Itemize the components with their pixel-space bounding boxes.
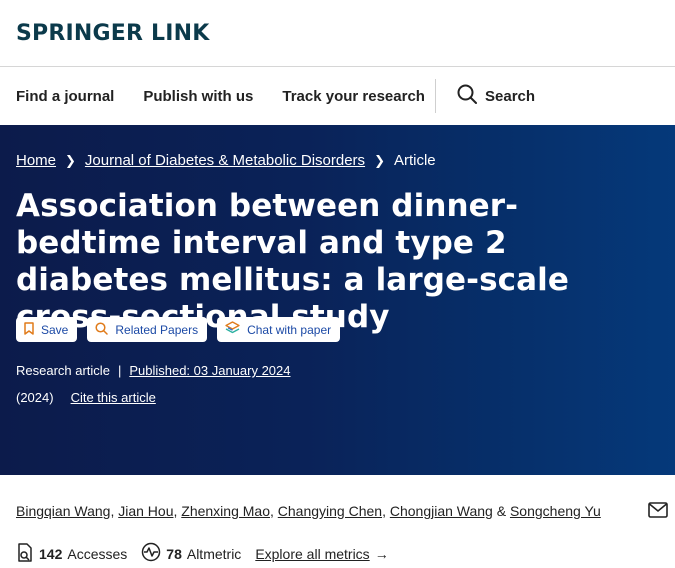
- search-icon: [457, 84, 477, 109]
- chevron-right-icon: ❯: [374, 152, 385, 168]
- article-type: Research article: [16, 363, 110, 378]
- search-label: Search: [485, 87, 536, 105]
- save-button[interactable]: Save: [16, 317, 78, 342]
- nav-find-journal[interactable]: Find a journal: [16, 88, 114, 105]
- chat-with-paper-label: Chat with paper: [247, 322, 332, 337]
- main-nav: Find a journal Publish with us Track you…: [0, 67, 675, 125]
- cite-this-article-link[interactable]: Cite this article: [71, 390, 156, 405]
- related-papers-label: Related Papers: [115, 322, 199, 337]
- article-hero: Home ❯ Journal of Diabetes & Metabolic D…: [0, 125, 675, 475]
- nav-publish-with-us[interactable]: Publish with us: [143, 88, 253, 105]
- breadcrumb: Home ❯ Journal of Diabetes & Metabolic D…: [16, 152, 436, 169]
- author-link[interactable]: Chongjian Wang: [390, 503, 493, 519]
- author-link[interactable]: Zhenxing Mao: [181, 503, 270, 519]
- accesses-icon: [16, 542, 39, 565]
- article-actions: Save Related Papers Chat with paper: [16, 317, 350, 342]
- explore-all-metrics-link[interactable]: Explore all metrics: [255, 546, 369, 562]
- author-comma: ,: [173, 503, 178, 519]
- accesses-label: Accesses: [67, 545, 128, 562]
- article-citation: (2024) Cite this article: [16, 390, 156, 405]
- layers-icon: [225, 321, 247, 338]
- author-link[interactable]: Bingqian Wang: [16, 503, 110, 519]
- save-label: Save: [41, 322, 69, 337]
- author-link[interactable]: Songcheng Yu: [510, 503, 601, 519]
- related-papers-button[interactable]: Related Papers: [87, 317, 208, 342]
- altmetric-score: 78: [166, 545, 182, 562]
- breadcrumb-current: Article: [393, 152, 436, 169]
- author-comma: ,: [269, 503, 274, 519]
- altmetric-label: Altmetric: [186, 545, 242, 562]
- article-title: Association between dinner-bedtime inter…: [16, 188, 569, 335]
- mail-icon[interactable]: [648, 502, 668, 521]
- author-comma: ,: [110, 503, 115, 519]
- nav-track-research[interactable]: Track your research: [282, 88, 425, 105]
- meta-separator: |: [117, 363, 122, 378]
- accesses-count: 142: [39, 545, 63, 562]
- chat-with-paper-button[interactable]: Chat with paper: [217, 317, 341, 342]
- breadcrumb-home[interactable]: Home: [16, 152, 56, 169]
- nav-divider: [435, 79, 436, 113]
- author-list: Bingqian Wang, Jian Hou, Zhenxing Mao, C…: [16, 502, 668, 521]
- article-meta: Research article | Published: 03 January…: [16, 363, 291, 378]
- published-date-link[interactable]: Published: 03 January 2024: [129, 363, 290, 378]
- author-ampersand: &: [496, 503, 507, 519]
- altmetric-icon: [141, 542, 166, 565]
- accesses-metric: 142 Accesses: [16, 542, 128, 565]
- article-metrics: 142 Accesses 78 Altmetric Explore all me…: [16, 542, 389, 565]
- search-button[interactable]: Search: [457, 67, 535, 125]
- search-icon: [95, 321, 115, 338]
- arrow-right-icon: →: [374, 545, 389, 562]
- springer-link-logo[interactable]: SPRINGER LINK: [16, 21, 209, 46]
- chevron-right-icon: ❯: [65, 152, 76, 168]
- breadcrumb-journal[interactable]: Journal of Diabetes & Metabolic Disorder…: [85, 152, 365, 169]
- altmetric-metric: 78 Altmetric: [141, 542, 241, 565]
- bookmark-icon: [24, 321, 41, 338]
- author-link[interactable]: Jian Hou: [118, 503, 173, 519]
- author-link[interactable]: Changying Chen: [278, 503, 382, 519]
- author-comma: ,: [382, 503, 386, 519]
- publication-year: (2024): [16, 390, 54, 405]
- brand-bar: SPRINGER LINK: [0, 0, 675, 67]
